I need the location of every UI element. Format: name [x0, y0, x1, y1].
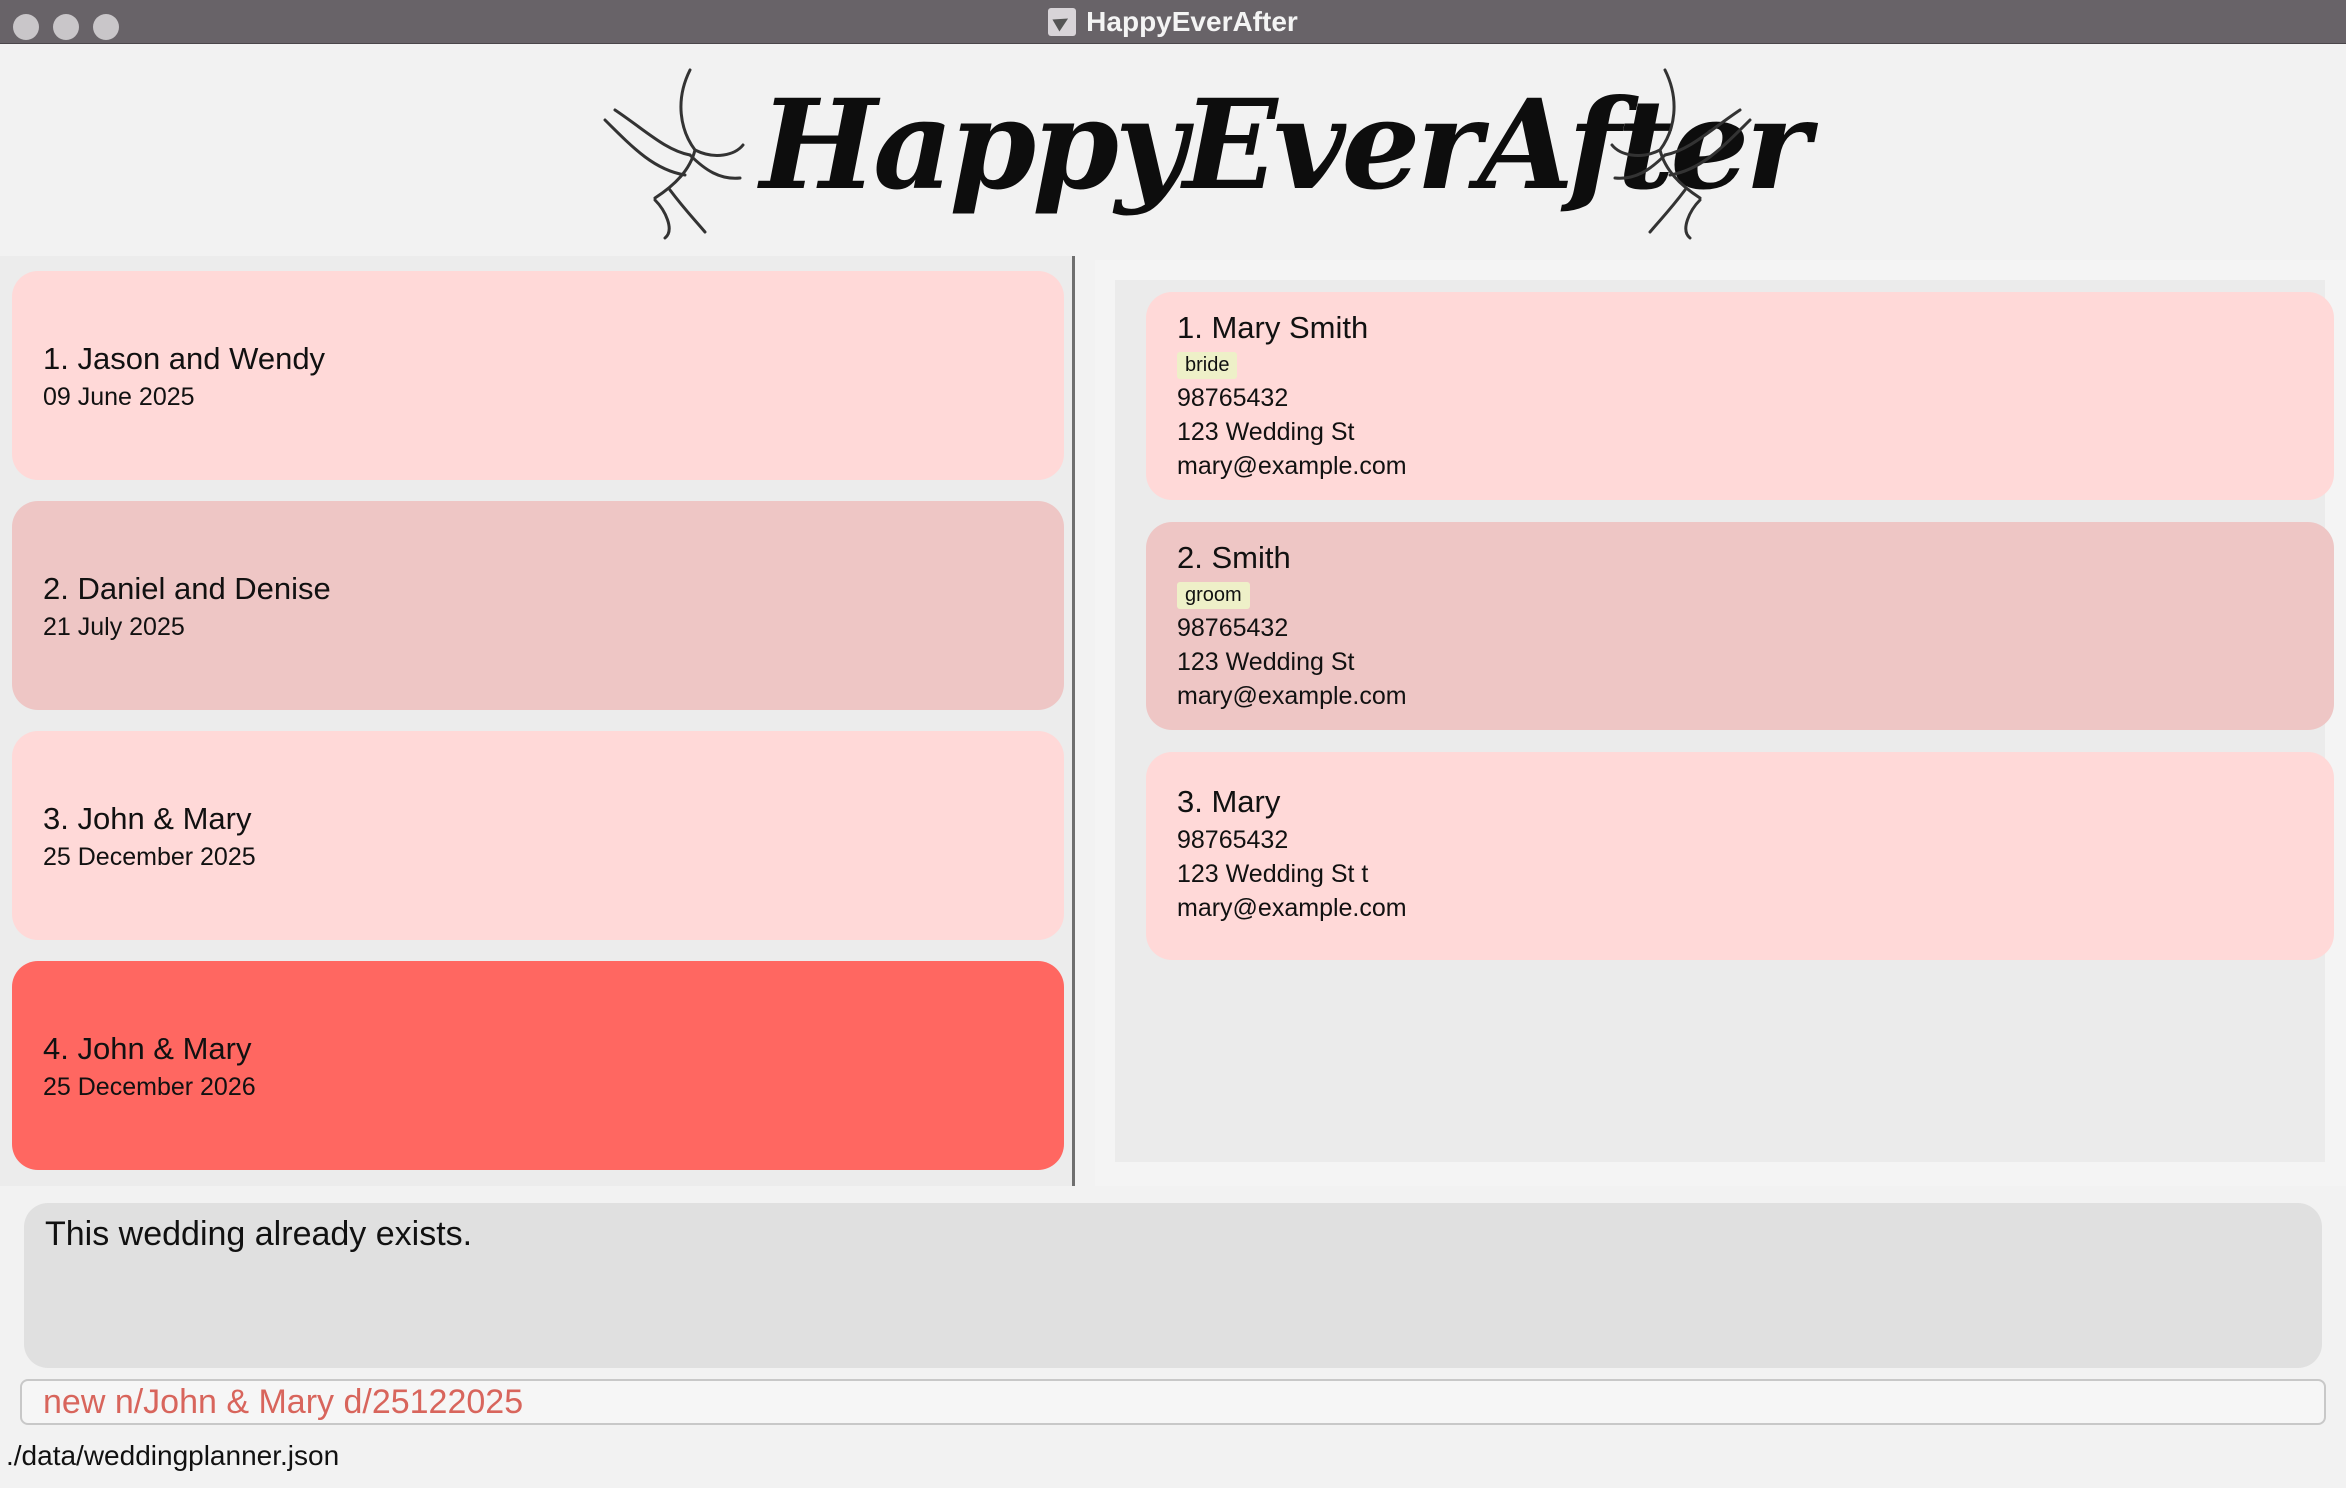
- result-display: This wedding already exists.: [24, 1203, 2322, 1368]
- person-list-panel: 1. Mary Smith bride 98765432 123 Wedding…: [1095, 260, 2346, 1186]
- person-phone: 98765432: [1177, 826, 1289, 854]
- person-name: 2. Smith: [1177, 540, 1291, 575]
- person-phone: 98765432: [1177, 614, 1289, 642]
- person-email: mary@example.com: [1177, 452, 1407, 480]
- person-card[interactable]: 3. Mary 98765432 123 Wedding St t mary@e…: [1146, 752, 2334, 960]
- person-card[interactable]: 2. Smith groom 98765432 123 Wedding St m…: [1146, 522, 2334, 730]
- wedding-list-panel[interactable]: 1. Jason and Wendy 09 June 2025 2. Danie…: [0, 256, 1075, 1186]
- person-address: 123 Wedding St: [1177, 418, 1355, 446]
- command-input[interactable]: [20, 1379, 2326, 1425]
- person-phone: 98765432: [1177, 384, 1289, 412]
- person-address: 123 Wedding St t: [1177, 860, 1369, 888]
- wedding-card-selected[interactable]: 4. John & Mary 25 December 2026: [12, 961, 1064, 1170]
- window-title: HappyEverAfter: [1086, 6, 1298, 37]
- app-header: HappyEverAfter: [0, 44, 2346, 256]
- wedding-card[interactable]: 1. Jason and Wendy 09 June 2025: [12, 271, 1064, 480]
- person-email: mary@example.com: [1177, 682, 1407, 710]
- wedding-date: 21 July 2025: [43, 613, 185, 641]
- wedding-title: 2. Daniel and Denise: [43, 571, 331, 606]
- wedding-date: 25 December 2025: [43, 843, 256, 871]
- dove-left-icon: [603, 68, 745, 240]
- person-email: mary@example.com: [1177, 894, 1407, 922]
- app-icon: [1048, 8, 1077, 36]
- wedding-date: 09 June 2025: [43, 383, 195, 411]
- wedding-title: 3. John & Mary: [43, 801, 252, 836]
- person-card[interactable]: 1. Mary Smith bride 98765432 123 Wedding…: [1146, 292, 2334, 500]
- person-list[interactable]: 1. Mary Smith bride 98765432 123 Wedding…: [1115, 280, 2334, 1162]
- person-name: 3. Mary: [1177, 784, 1281, 819]
- person-tag: bride: [1177, 352, 1238, 379]
- dove-right-icon: [1610, 68, 1752, 240]
- wedding-title: 1. Jason and Wendy: [43, 341, 326, 376]
- person-address: 123 Wedding St: [1177, 648, 1355, 676]
- status-bar-path: ./data/weddingplanner.json: [6, 1440, 340, 1471]
- person-tag: groom: [1177, 582, 1250, 609]
- wedding-title: 4. John & Mary: [43, 1031, 252, 1066]
- wedding-card[interactable]: 2. Daniel and Denise 21 July 2025: [12, 501, 1064, 710]
- wedding-card[interactable]: 3. John & Mary 25 December 2025: [12, 731, 1064, 940]
- wedding-date: 25 December 2026: [43, 1073, 256, 1101]
- result-message: This wedding already exists.: [45, 1215, 473, 1253]
- person-name: 1. Mary Smith: [1177, 310, 1369, 345]
- window-titlebar: HappyEverAfter: [0, 0, 2346, 44]
